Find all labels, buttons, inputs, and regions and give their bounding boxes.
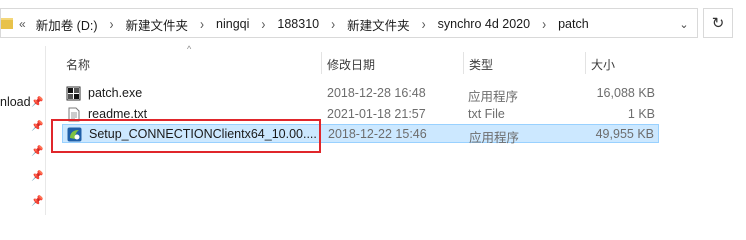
chevron-right-icon[interactable]: › [532,16,556,33]
file-size: 1 KB [627,107,655,121]
column-header-type[interactable]: 类型 [469,56,493,73]
refresh-icon: ↻ [711,15,725,32]
folder-icon [1,18,13,29]
breadcrumb-item[interactable]: synchro 4d 2020 [436,17,532,31]
file-date: 2021-01-18 21:57 [327,107,426,121]
chevron-right-icon[interactable]: › [321,16,345,33]
file-type: 应用程序 [469,131,520,145]
breadcrumb-overflow-icon[interactable]: « [17,17,34,31]
pin-icon[interactable]: 📌 [31,97,43,109]
column-divider[interactable] [463,52,464,74]
sort-ascending-icon: ^ [187,44,192,54]
pin-icon[interactable]: 📌 [31,146,43,158]
breadcrumb: « 新加卷 (D:) › 新建文件夹 › ningqi › 188310 › 新… [17,9,591,39]
breadcrumb-item[interactable]: 新建文件夹 [124,15,191,34]
file-size: 16,088 KB [596,86,655,100]
address-row: « 新加卷 (D:) › 新建文件夹 › ningqi › 188310 › 新… [0,8,746,46]
pin-icon[interactable]: 📌 [31,171,43,183]
column-divider[interactable] [585,52,586,74]
highlight-annotation-box [51,119,321,153]
breadcrumb-item[interactable]: ningqi [214,17,251,31]
file-type: 应用程序 [468,90,519,104]
breadcrumb-item-current[interactable]: patch [556,17,591,31]
exe-icon [66,86,81,101]
column-header-size[interactable]: 大小 [591,56,615,73]
address-dropdown-button[interactable]: ⌄ [670,9,698,39]
file-size: 49,955 KB [595,127,654,141]
pin-icon[interactable]: 📌 [31,121,43,133]
file-date: 2018-12-22 15:46 [328,127,427,141]
chevron-down-icon: ⌄ [679,18,689,31]
column-header-name[interactable]: 名称 [66,56,90,73]
chevron-right-icon[interactable]: › [251,16,275,33]
nav-item-label[interactable]: nload [0,95,31,109]
breadcrumb-item[interactable]: 新建文件夹 [345,15,412,34]
column-header-date[interactable]: 修改日期 [327,56,375,73]
breadcrumb-item[interactable]: 新加卷 (D:) [34,15,100,34]
chevron-right-icon[interactable]: › [412,16,436,33]
pin-icon[interactable]: 📌 [31,196,43,208]
file-name: patch.exe [88,86,143,100]
file-date: 2018-12-28 16:48 [327,86,426,100]
address-bar[interactable]: « 新加卷 (D:) › 新建文件夹 › ningqi › 188310 › 新… [0,8,698,38]
chevron-right-icon[interactable]: › [190,16,214,33]
refresh-button[interactable]: ↻ [703,8,733,38]
chevron-right-icon[interactable]: › [100,16,124,33]
breadcrumb-item[interactable]: 188310 [275,17,321,31]
column-divider[interactable] [321,52,322,74]
file-row[interactable]: patch.exe 2018-12-28 16:48 应用程序 16,088 K… [62,84,659,104]
file-type: txt File [468,107,505,121]
